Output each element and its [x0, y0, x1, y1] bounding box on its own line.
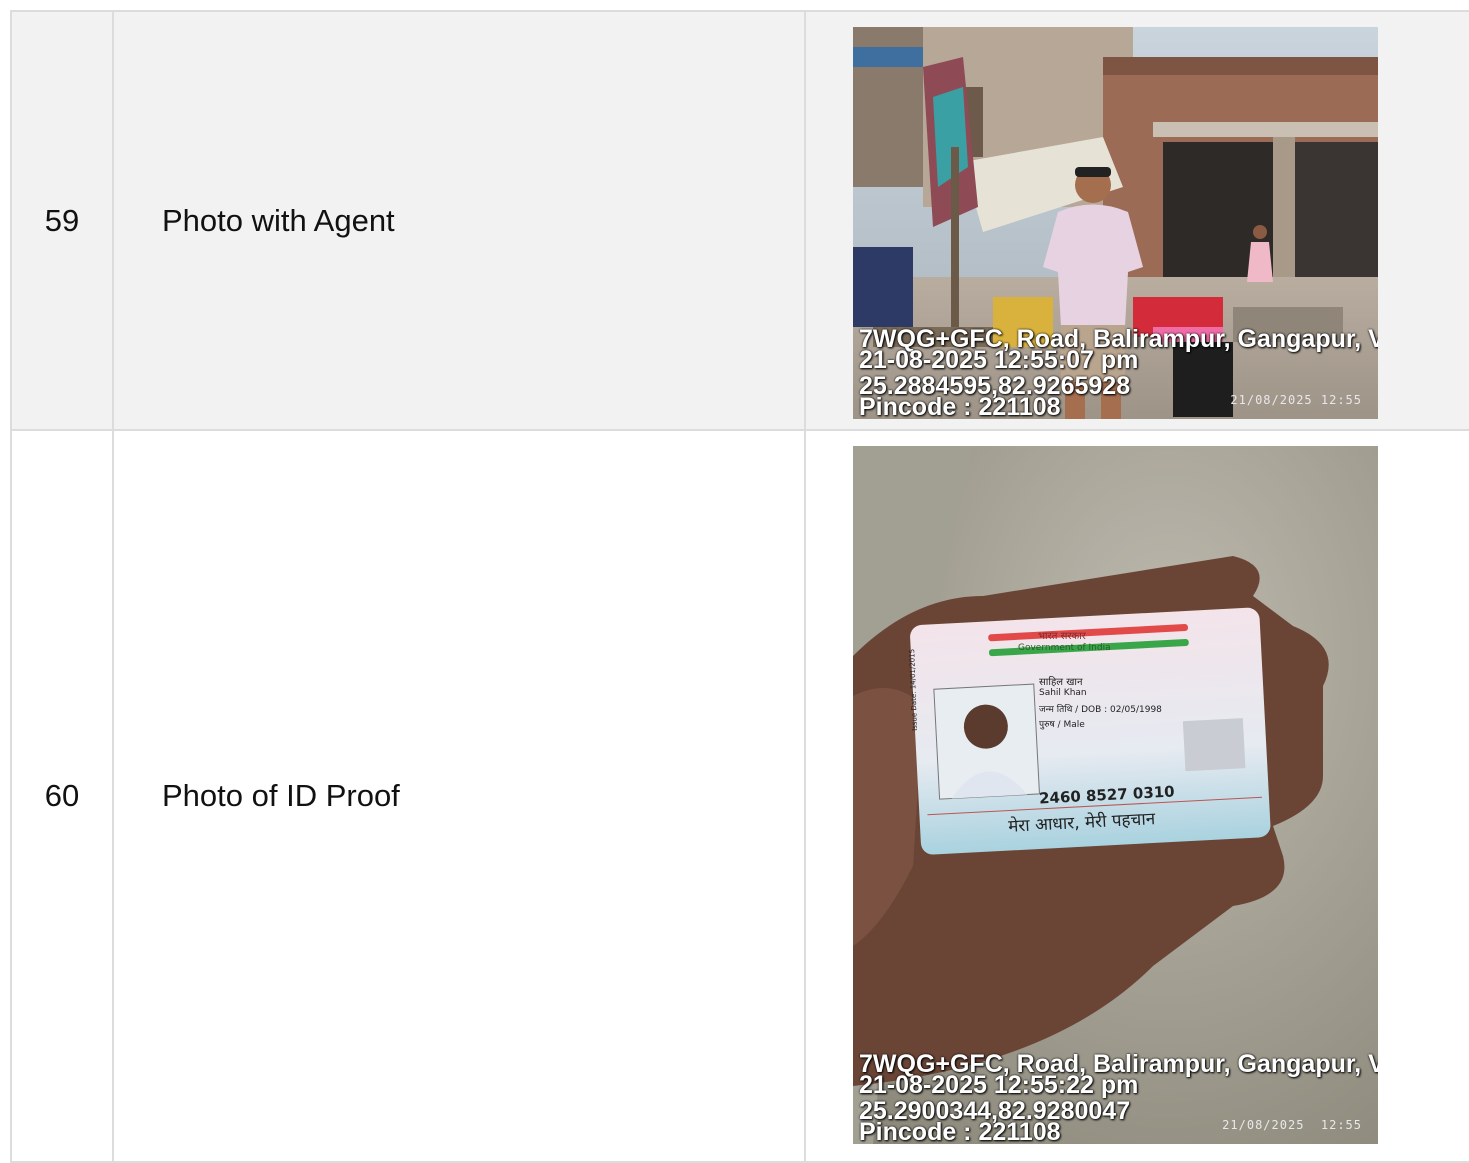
- camera-date: 21/08/2025 12:55: [1222, 1118, 1362, 1132]
- table-row: 60 Photo of ID Proof भारत सरकार Governme…: [10, 429, 1469, 1163]
- table-row: 59 Photo with Agent 7WQG+GFC, Road, Bali…: [10, 10, 1469, 431]
- row-number: 59: [10, 10, 114, 431]
- card-gender: पुरुष / Male: [1039, 720, 1085, 730]
- card-gov-hindi: भारत सरकार: [1038, 631, 1086, 642]
- card-name-hindi: साहिल खान: [1039, 677, 1083, 688]
- page-top-margin: [0, 0, 1469, 10]
- evidence-table: 59 Photo with Agent 7WQG+GFC, Road, Bali…: [10, 10, 1469, 1163]
- card-gov-english: Government of India: [1018, 643, 1111, 653]
- camera-date: 21/08/2025 12:55: [1230, 393, 1362, 407]
- row-label: Photo with Agent: [112, 10, 806, 431]
- row-label: Photo of ID Proof: [112, 429, 806, 1163]
- row-number: 60: [10, 429, 114, 1163]
- card-name-english: Sahil Khan: [1039, 688, 1087, 698]
- photo-cell: 7WQG+GFC, Road, Balirampur, Gangapur, Va…: [804, 10, 1469, 431]
- agent-photo[interactable]: 7WQG+GFC, Road, Balirampur, Gangapur, Va…: [853, 27, 1378, 419]
- photo-cell: भारत सरकार Government of India साहिल खान…: [804, 429, 1469, 1163]
- id-proof-photo[interactable]: भारत सरकार Government of India साहिल खान…: [853, 446, 1378, 1144]
- card-dob: जन्म तिथि / DOB : 02/05/1998: [1039, 705, 1162, 715]
